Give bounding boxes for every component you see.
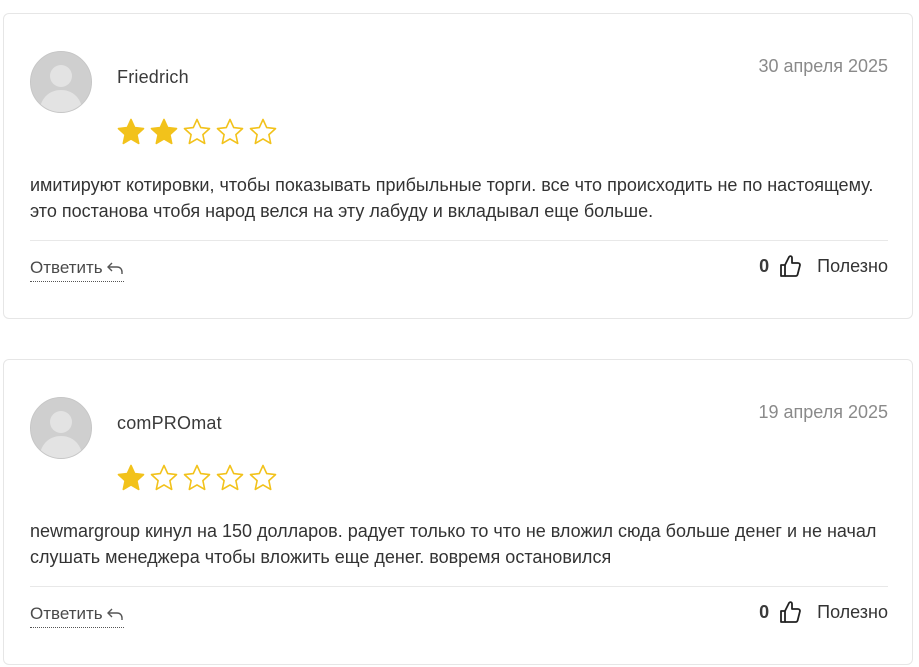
reply-label: Ответить	[30, 258, 103, 277]
reply-arrow-icon	[106, 262, 123, 274]
reviews-list: Friedrich 30 апреля 2025 имитируют котир…	[0, 0, 919, 667]
divider	[30, 586, 888, 587]
divider	[30, 240, 888, 241]
helpful-count: 0	[759, 255, 770, 276]
helpful-label: Полезно	[817, 255, 888, 276]
review-date: 19 апреля 2025	[758, 402, 889, 422]
helpful-label: Полезно	[817, 601, 888, 622]
avatar-icon	[30, 51, 92, 113]
reply-button[interactable]: Ответить	[30, 604, 124, 628]
review-date: 30 апреля 2025	[758, 56, 889, 76]
star-empty-icon	[150, 464, 178, 491]
star-empty-icon	[249, 118, 277, 145]
review-author: Friedrich	[117, 67, 189, 87]
reply-label: Ответить	[30, 604, 103, 623]
helpful-block: 0 Полезно	[759, 254, 888, 278]
review-text: имитируют котировки, чтобы показывать пр…	[30, 175, 874, 221]
star-empty-icon	[216, 464, 244, 491]
thumbs-up-icon[interactable]	[779, 600, 801, 624]
avatar-icon	[30, 397, 92, 459]
star-empty-icon	[183, 118, 211, 145]
star-empty-icon	[249, 464, 277, 491]
star-filled-icon	[150, 118, 178, 145]
review-author: comPROmat	[117, 413, 222, 433]
star-empty-icon	[216, 118, 244, 145]
review-card: comPROmat 19 апреля 2025 newmargroup кин…	[3, 359, 913, 665]
star-empty-icon	[183, 464, 211, 491]
reply-button[interactable]: Ответить	[30, 258, 124, 282]
review-text: newmargroup кинул на 150 долларов. радуе…	[30, 521, 877, 567]
star-rating	[116, 117, 278, 147]
star-rating	[116, 463, 278, 493]
star-filled-icon	[117, 118, 145, 145]
helpful-count: 0	[759, 601, 770, 622]
reply-arrow-icon	[106, 608, 123, 620]
helpful-block: 0 Полезно	[759, 600, 888, 624]
review-card: Friedrich 30 апреля 2025 имитируют котир…	[3, 13, 913, 319]
thumbs-up-icon[interactable]	[779, 254, 801, 278]
star-filled-icon	[117, 464, 145, 491]
